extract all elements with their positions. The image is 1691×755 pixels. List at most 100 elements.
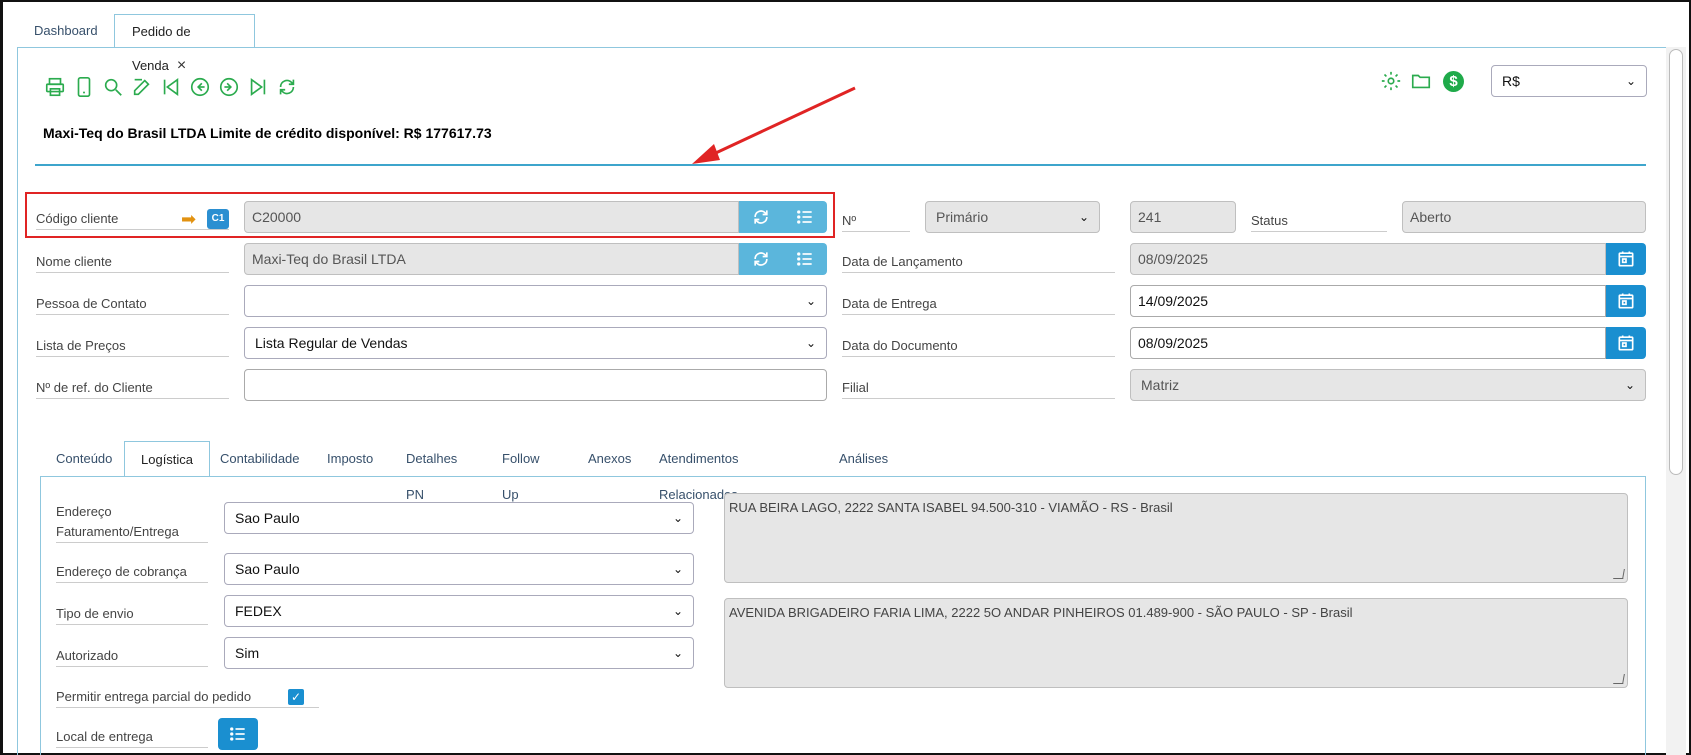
list-icon (797, 252, 812, 266)
folder-icon[interactable] (1410, 70, 1434, 94)
chevron-down-icon: ⌄ (1078, 210, 1089, 224)
edit-icon[interactable] (131, 76, 155, 100)
select-value: FEDEX (235, 603, 282, 619)
chevron-down-icon: ⌄ (1624, 378, 1635, 392)
numero-input[interactable]: 241 (1130, 201, 1236, 233)
tab-dashboard[interactable]: Dashboard (17, 14, 115, 48)
select-value: Matriz (1141, 377, 1180, 393)
data-entrega-input[interactable]: 14/09/2025 (1130, 285, 1606, 317)
data-lancamento-label: Data de Lançamento (842, 251, 1115, 273)
data-documento-calendar-button[interactable] (1606, 327, 1646, 359)
chevron-down-icon: ⌄ (805, 294, 816, 308)
filial-select[interactable]: Matriz ⌄ (1130, 369, 1646, 401)
tipo-envio-label: Tipo de envio (56, 603, 208, 625)
endereco-faturamento-select[interactable]: Sao Paulo ⌄ (224, 502, 694, 534)
tab-label: Dashboard (34, 23, 98, 38)
c1-badge[interactable]: C1 (207, 209, 229, 229)
tipo-envio-select[interactable]: FEDEX ⌄ (224, 595, 694, 627)
status-label: Status (1251, 210, 1387, 232)
chevron-down-icon: ⌄ (805, 336, 816, 350)
refresh-cliente-button[interactable] (739, 201, 783, 233)
codigo-cliente-input[interactable]: C20000 (244, 201, 739, 233)
endereco-faturamento-text[interactable]: RUA BEIRA LAGO, 2222 SANTA ISABEL 94.500… (724, 493, 1628, 583)
annotation-arrow-icon (692, 86, 856, 164)
resize-handle-icon[interactable] (1613, 569, 1625, 579)
status-input[interactable]: Aberto (1402, 201, 1646, 233)
first-record-icon[interactable] (160, 76, 184, 100)
tab-conteudo[interactable]: Conteúdo (40, 441, 128, 477)
resize-handle-icon[interactable] (1613, 674, 1625, 684)
codigo-cliente-label: Código cliente (36, 208, 229, 230)
gear-icon[interactable] (1380, 70, 1404, 94)
currency-select[interactable]: R$ ⌄ (1491, 65, 1647, 97)
calendar-icon (1618, 251, 1634, 267)
pessoa-contato-select[interactable]: ⌄ (244, 285, 827, 317)
endereco-cobranca-label: Endereço de cobrança (56, 561, 208, 583)
chevron-down-icon: ⌄ (1625, 74, 1636, 88)
chevron-down-icon: ⌄ (672, 562, 683, 576)
tab-pedido-de-venda[interactable]: Pedido de Venda × (114, 14, 255, 74)
refresh-nome-button[interactable] (739, 243, 783, 275)
entrega-parcial-checkbox[interactable]: ✓ (288, 689, 304, 705)
data-documento-input[interactable]: 08/09/2025 (1130, 327, 1606, 359)
tab-label: Análises (839, 451, 889, 466)
select-value: Sao Paulo (235, 510, 300, 526)
tab-analises[interactable]: Análises (823, 441, 904, 477)
serie-select[interactable]: Primário ⌄ (925, 201, 1100, 233)
select-value: Lista Regular de Vendas (255, 335, 408, 351)
tab-label: Anexos (588, 451, 632, 466)
previous-record-icon[interactable] (189, 76, 213, 100)
data-lancamento-input[interactable]: 08/09/2025 (1130, 243, 1606, 275)
refresh-icon (754, 252, 768, 266)
endereco-cobranca-select[interactable]: Sao Paulo ⌄ (224, 553, 694, 585)
chevron-down-icon: ⌄ (672, 604, 683, 618)
select-value: Primário (936, 209, 989, 225)
select-value: Sim (235, 645, 260, 661)
tab-label: Imposto (327, 451, 374, 466)
address-text: AVENIDA BRIGADEIRO FARIA LIMA, 2222 5O A… (729, 605, 1353, 620)
scrollbar-thumb[interactable] (1669, 49, 1683, 475)
next-record-icon[interactable] (218, 76, 242, 100)
tab-imposto[interactable]: Imposto (311, 441, 389, 477)
data-entrega-calendar-button[interactable] (1606, 285, 1646, 317)
endereco-faturamento-label: Endereço Faturamento/Entrega (56, 502, 208, 543)
search-icon[interactable] (102, 76, 126, 100)
label-line: Endereço (56, 504, 112, 519)
list-nome-button[interactable] (783, 243, 827, 275)
select-value: Sao Paulo (235, 561, 300, 577)
autorizado-select[interactable]: Sim ⌄ (224, 637, 694, 669)
lista-precos-label: Lista de Preços (36, 335, 229, 357)
mobile-icon[interactable] (73, 76, 97, 100)
nome-cliente-input[interactable]: Maxi-Teq do Brasil LTDA (244, 243, 739, 275)
currency-dollar-icon[interactable]: $ (1443, 71, 1464, 92)
tab-follow-up[interactable]: Follow Up (486, 441, 556, 502)
chevron-down-icon: ⌄ (672, 511, 683, 525)
tab-label: Conteúdo (56, 451, 113, 466)
tab-contabilidade[interactable]: Contabilidade (204, 441, 316, 477)
tab-label: Contabilidade (220, 451, 300, 466)
local-entrega-list-button[interactable] (218, 718, 258, 750)
data-lancamento-calendar-button[interactable] (1606, 243, 1646, 275)
print-icon[interactable] (44, 76, 68, 100)
calendar-icon (1618, 293, 1634, 309)
ref-cliente-input[interactable] (244, 369, 827, 401)
data-documento-label: Data do Documento (842, 335, 1115, 357)
last-record-icon[interactable] (247, 76, 271, 100)
credit-limit-text: Maxi-Teq do Brasil LTDA Limite de crédit… (43, 125, 492, 141)
tab-atendimentos-relacionados[interactable]: Atendimentos Relacionados (643, 441, 755, 502)
address-text: RUA BEIRA LAGO, 2222 SANTA ISABEL 94.500… (729, 500, 1173, 515)
ref-cliente-label: Nº de ref. do Cliente (36, 377, 229, 399)
list-cliente-button[interactable] (783, 201, 827, 233)
endereco-cobranca-text[interactable]: AVENIDA BRIGADEIRO FARIA LIMA, 2222 5O A… (724, 598, 1628, 688)
tab-label: Logística (141, 452, 194, 467)
list-icon (797, 210, 812, 224)
numero-label: Nº (842, 210, 910, 232)
tab-detalhes-pn[interactable]: Detalhes PN (390, 441, 473, 502)
tab-logistica[interactable]: Logística (124, 441, 211, 477)
tab-anexos[interactable]: Anexos (572, 441, 647, 477)
lista-precos-select[interactable]: Lista Regular de Vendas ⌄ (244, 327, 827, 359)
currency-value: R$ (1502, 73, 1520, 89)
nome-cliente-label: Nome cliente (36, 251, 229, 273)
refresh-icon[interactable] (276, 76, 300, 100)
vertical-scrollbar[interactable] (1666, 47, 1686, 755)
